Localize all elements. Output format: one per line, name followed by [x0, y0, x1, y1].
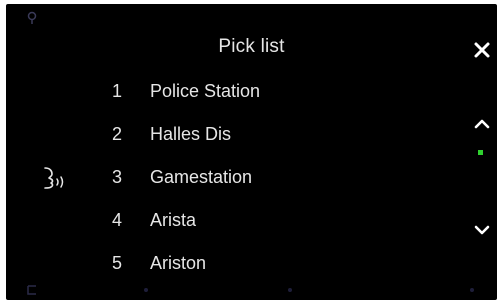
bottom-bar	[6, 278, 497, 300]
chevron-up-icon	[474, 119, 490, 129]
scroll-up-button[interactable]	[468, 112, 496, 136]
list-item-label: Arista	[150, 209, 197, 230]
list-item-number: 2	[112, 123, 123, 144]
list-item-label: Gamestation	[150, 166, 253, 187]
voice-prompt-icon	[44, 167, 64, 189]
list-item-number: 5	[112, 252, 123, 273]
scrollbar[interactable]	[476, 144, 486, 210]
list-item[interactable]: 4 Arista	[102, 200, 422, 240]
chevron-down-icon	[474, 225, 490, 235]
list-item-number: 3	[112, 166, 123, 187]
close-icon	[474, 42, 490, 58]
status-dot	[144, 288, 148, 292]
scroll-down-button[interactable]	[468, 218, 496, 242]
pick-list-screen: Pick list 1 Police Station 2 Halles Dis …	[6, 4, 497, 300]
status-bar	[6, 4, 497, 34]
list-item[interactable]: 2 Halles Dis	[102, 114, 422, 154]
list-item[interactable]: 1 Police Station	[102, 71, 422, 111]
list-item-number: 4	[112, 209, 123, 230]
back-icon[interactable]	[24, 284, 38, 296]
status-dot	[288, 288, 292, 292]
list-item-number: 1	[112, 80, 123, 101]
gps-icon	[27, 11, 37, 24]
scroll-position-indicator	[478, 150, 483, 155]
page-title: Pick list	[218, 36, 285, 57]
list-item[interactable]: 5 Ariston	[102, 243, 422, 283]
list-item-label: Halles Dis	[150, 123, 232, 144]
list-item[interactable]: 3 Gamestation	[102, 157, 422, 197]
close-button[interactable]	[468, 36, 496, 64]
list-item-label: Ariston	[150, 252, 207, 273]
status-dot	[470, 288, 474, 292]
list-item-label: Police Station	[150, 80, 261, 101]
